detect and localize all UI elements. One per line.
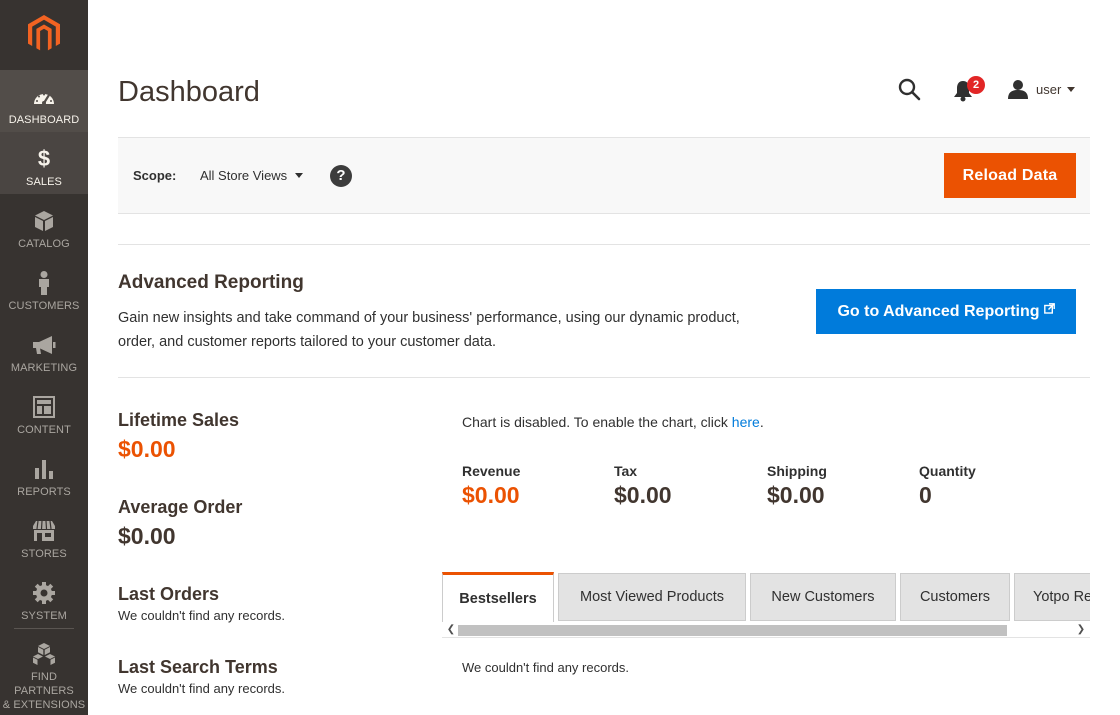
tab-most-viewed-products[interactable]: Most Viewed Products xyxy=(558,573,746,621)
magento-logo[interactable] xyxy=(0,0,88,68)
sidebar-item-sales[interactable]: $ SALES xyxy=(0,132,88,194)
sidebar-item-label-line2: & EXTENSIONS xyxy=(2,699,86,711)
enable-chart-link[interactable]: here xyxy=(732,414,760,430)
last-search-terms-title: Last Search Terms xyxy=(118,657,278,677)
store-icon xyxy=(32,519,56,543)
scroll-right-icon[interactable]: ❯ xyxy=(1074,624,1088,636)
store-view-switcher[interactable]: All Store Views xyxy=(200,168,304,183)
dashboard-gauge-icon xyxy=(32,85,56,109)
person-icon xyxy=(32,271,56,295)
sidebar-item-dashboard[interactable]: DASHBOARD xyxy=(0,70,88,132)
lifetime-sales-title: Lifetime Sales xyxy=(118,410,240,430)
chevron-down-icon xyxy=(295,173,304,178)
sidebar-item-label: FIND PARTNERS & EXTENSIONS xyxy=(0,670,88,712)
reload-data-button[interactable]: Reload Data xyxy=(944,153,1076,198)
notifications-button[interactable]: 2 xyxy=(951,76,985,102)
scrollbar-thumb[interactable] xyxy=(458,625,1007,636)
revenue-label: Revenue xyxy=(462,463,521,479)
sidebar-item-label: SYSTEM xyxy=(21,610,67,622)
advanced-reporting-button-label: Go to Advanced Reporting xyxy=(837,302,1040,320)
divider xyxy=(118,377,1090,378)
tab-bestsellers[interactable]: Bestsellers xyxy=(442,572,554,622)
sidebar-item-label-line1: FIND PARTNERS xyxy=(14,671,74,697)
sidebar-item-customers[interactable]: CUSTOMERS xyxy=(0,256,88,318)
admin-sidebar: DASHBOARD $ SALES CATALOG CUSTOMERS MARK… xyxy=(0,0,88,715)
shipping-value: $0.00 xyxy=(767,482,825,508)
user-menu[interactable]: user xyxy=(1008,78,1076,100)
sidebar-item-label: DASHBOARD xyxy=(8,114,80,126)
gear-icon xyxy=(32,581,56,605)
page-title: Dashboard xyxy=(118,76,260,108)
divider xyxy=(118,244,1090,245)
sidebar-item-system[interactable]: SYSTEM xyxy=(0,566,88,628)
sidebar-item-stores[interactable]: STORES xyxy=(0,504,88,566)
sidebar-item-content[interactable]: CONTENT xyxy=(0,380,88,442)
cubes-icon xyxy=(32,642,56,666)
sidebar-item-label: MARKETING xyxy=(10,362,78,374)
search-icon xyxy=(898,78,921,101)
sidebar-item-label: STORES xyxy=(21,548,67,560)
chevron-down-icon xyxy=(1067,86,1076,92)
average-order-value: $0.00 xyxy=(118,523,176,549)
tab-yotpo-reviews[interactable]: Yotpo Re xyxy=(1014,573,1090,621)
tax-label: Tax xyxy=(614,463,638,479)
box-icon xyxy=(32,209,56,233)
sidebar-divider xyxy=(14,628,74,629)
quantity-label: Quantity xyxy=(919,463,976,479)
chart-disabled-note: Chart is disabled. To enable the chart, … xyxy=(462,414,764,430)
advanced-reporting-description: Gain new insights and take command of yo… xyxy=(118,310,740,350)
bar-chart-icon xyxy=(32,457,56,481)
shipping-label: Shipping xyxy=(767,463,827,479)
average-order-title: Average Order xyxy=(118,497,243,517)
sidebar-item-marketing[interactable]: MARKETING xyxy=(0,318,88,380)
megaphone-icon xyxy=(32,333,56,357)
revenue-value: $0.00 xyxy=(462,482,520,508)
last-orders-empty: We couldn't find any records. xyxy=(118,608,285,623)
search-button[interactable] xyxy=(897,77,923,103)
quantity-value: 0 xyxy=(919,482,932,508)
scope-bar: Scope: All Store Views ? Reload Data xyxy=(118,137,1090,214)
help-icon[interactable]: ? xyxy=(330,165,352,187)
dollar-icon: $ xyxy=(37,146,51,171)
sidebar-item-reports[interactable]: REPORTS xyxy=(0,442,88,504)
last-search-terms-empty: We couldn't find any records. xyxy=(118,681,285,696)
chart-note-suffix: . xyxy=(759,414,764,430)
layout-icon xyxy=(32,395,56,419)
tax-value: $0.00 xyxy=(614,482,672,508)
sidebar-item-find-partners[interactable]: FIND PARTNERS & EXTENSIONS xyxy=(0,636,88,711)
chart-note-text: Chart is disabled. To enable the chart, … xyxy=(462,414,732,430)
magento-logo-icon xyxy=(28,15,60,51)
go-to-advanced-reporting-button[interactable]: Go to Advanced Reporting xyxy=(816,289,1076,334)
store-view-value: All Store Views xyxy=(200,168,288,183)
tab-new-customers[interactable]: New Customers xyxy=(750,573,896,621)
notification-count-badge: 2 xyxy=(967,76,985,94)
scope-label: Scope: xyxy=(133,168,177,183)
sidebar-item-catalog[interactable]: CATALOG xyxy=(0,194,88,256)
user-icon xyxy=(1008,80,1028,99)
sidebar-item-label: CATALOG xyxy=(18,238,70,250)
sidebar-item-label: REPORTS xyxy=(17,486,71,498)
tab-customers[interactable]: Customers xyxy=(900,573,1010,621)
external-link-icon xyxy=(1043,303,1055,314)
tab-content-empty: We couldn't find any records. xyxy=(462,660,629,675)
lifetime-sales-value: $0.00 xyxy=(118,436,176,462)
advanced-reporting-title: Advanced Reporting xyxy=(118,272,304,293)
dashboard-tabs: Bestsellers Most Viewed Products New Cus… xyxy=(442,572,1090,622)
sidebar-item-label: CUSTOMERS xyxy=(8,300,80,312)
sidebar-item-label: SALES xyxy=(26,176,62,188)
last-orders-title: Last Orders xyxy=(118,584,220,604)
tabs-horizontal-scrollbar[interactable]: ❮ ❯ xyxy=(442,622,1090,638)
sidebar-item-label: CONTENT xyxy=(17,424,71,436)
user-name: user xyxy=(1036,81,1062,97)
scroll-left-icon[interactable]: ❮ xyxy=(444,624,458,636)
